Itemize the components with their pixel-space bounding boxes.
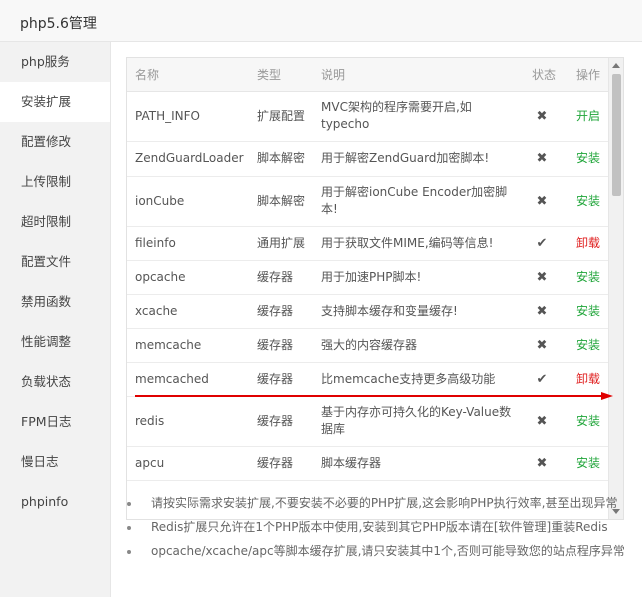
ext-type: 通用扩展: [249, 226, 313, 261]
ext-type: 缓存器: [249, 446, 313, 481]
table-row: PATH_INFO 扩展配置 MVC架构的程序需要开启,如typecho ✖ 开…: [127, 91, 610, 142]
table-row: memcache 缓存器 强大的内容缓存器 ✖ 安装: [127, 328, 610, 363]
ext-desc: 用于解密ionCube Encoder加密脚本!: [313, 176, 520, 227]
ext-type: 缓存器: [249, 328, 313, 363]
tips-list: 请按实际需求安装扩展,不要安装不必要的PHP扩展,这会影响PHP执行效率,甚至出…: [127, 495, 637, 567]
table-row: opcache 缓存器 用于加速PHP脚本! ✖ 安装: [127, 260, 610, 295]
sidebar-item-php-service[interactable]: php服务: [0, 42, 110, 82]
sidebar-item-phpinfo[interactable]: phpinfo: [0, 482, 110, 522]
ext-desc: 基于内存亦可持久化的Key-Value数据库: [313, 396, 520, 447]
status-cross-icon: ✖: [536, 193, 548, 209]
sidebar-item-load-status[interactable]: 负载状态: [0, 362, 110, 402]
scrollbar-thumb[interactable]: [612, 74, 621, 196]
ext-type: 扩展配置: [249, 91, 313, 142]
ext-name: opcache: [127, 260, 249, 295]
table-row: xcache 缓存器 支持脚本缓存和变量缓存! ✖ 安装: [127, 294, 610, 329]
status-cross-icon: ✖: [536, 455, 548, 471]
uninstall-button[interactable]: 卸载: [576, 236, 600, 250]
ext-name: PATH_INFO: [127, 91, 249, 142]
ext-name: memcached: [127, 362, 249, 397]
status-check-icon: ✔: [536, 235, 548, 251]
annotation-arrow-icon: [135, 392, 613, 400]
column-header-desc: 说明: [313, 58, 520, 92]
sidebar-item-config-edit[interactable]: 配置修改: [0, 122, 110, 162]
window-titlebar: php5.6管理: [0, 0, 642, 42]
install-button[interactable]: 安装: [576, 338, 600, 352]
ext-type: 缓存器: [249, 396, 313, 447]
table-header-row: 名称 类型 说明 状态 操作: [127, 58, 610, 92]
uninstall-button[interactable]: 卸载: [576, 372, 600, 386]
ext-name: apcu: [127, 446, 249, 481]
table-row: fileinfo 通用扩展 用于获取文件MIME,编码等信息! ✔ 卸载: [127, 226, 610, 261]
ext-type: 缓存器: [249, 294, 313, 329]
install-button[interactable]: 安装: [576, 456, 600, 470]
status-cross-icon: ✖: [536, 108, 548, 124]
ext-name: fileinfo: [127, 226, 249, 261]
sidebar: php服务 安装扩展 配置修改 上传限制 超时限制 配置文件 禁用函数 性能调整…: [0, 42, 111, 597]
table-row: ZendGuardLoader 脚本解密 用于解密ZendGuard加密脚本! …: [127, 141, 610, 177]
sidebar-item-timeout-limit[interactable]: 超时限制: [0, 202, 110, 242]
ext-desc: 强大的内容缓存器: [313, 328, 520, 363]
ext-desc: 用于加速PHP脚本!: [313, 260, 520, 295]
ext-name: ionCube: [127, 176, 249, 227]
sidebar-item-install-extensions[interactable]: 安装扩展: [0, 82, 110, 122]
table-row: apcu 缓存器 脚本缓存器 ✖ 安装: [127, 446, 610, 481]
column-header-status: 状态: [520, 58, 568, 92]
install-button[interactable]: 安装: [576, 194, 600, 208]
status-cross-icon: ✖: [536, 337, 548, 353]
scroll-up-icon[interactable]: [612, 63, 620, 68]
ext-desc: 用于解密ZendGuard加密脚本!: [313, 141, 520, 177]
extensions-table: 名称 类型 说明 状态 操作 PATH_INFO 扩展配置 MVC架构的程序需要…: [127, 58, 610, 481]
ext-name: xcache: [127, 294, 249, 329]
install-button[interactable]: 安装: [576, 270, 600, 284]
ext-type: 缓存器: [249, 260, 313, 295]
tip-item: Redis扩展只允许在1个PHP版本中使用,安装到其它PHP版本请在[软件管理]…: [127, 519, 637, 543]
column-header-action: 操作: [568, 58, 610, 92]
ext-type: 脚本解密: [249, 141, 313, 177]
table-row: ionCube 脚本解密 用于解密ionCube Encoder加密脚本! ✖ …: [127, 176, 610, 227]
status-cross-icon: ✖: [536, 303, 548, 319]
ext-desc: 用于获取文件MIME,编码等信息!: [313, 226, 520, 261]
column-header-type: 类型: [249, 58, 313, 92]
ext-desc: 比memcache支持更多高级功能: [313, 362, 520, 397]
status-check-icon: ✔: [536, 371, 548, 387]
ext-name: memcache: [127, 328, 249, 363]
status-cross-icon: ✖: [536, 269, 548, 285]
install-button[interactable]: 安装: [576, 304, 600, 318]
ext-type: 脚本解密: [249, 176, 313, 227]
extensions-table-container: 名称 类型 说明 状态 操作 PATH_INFO 扩展配置 MVC架构的程序需要…: [126, 57, 624, 520]
ext-name: ZendGuardLoader: [127, 141, 249, 177]
tip-item: 请按实际需求安装扩展,不要安装不必要的PHP扩展,这会影响PHP执行效率,甚至出…: [127, 495, 637, 519]
status-cross-icon: ✖: [536, 413, 548, 429]
sidebar-item-upload-limit[interactable]: 上传限制: [0, 162, 110, 202]
ext-desc: 脚本缓存器: [313, 446, 520, 481]
table-row: memcached 缓存器 比memcache支持更多高级功能 ✔ 卸载: [127, 362, 610, 397]
sidebar-item-fpm-log[interactable]: FPM日志: [0, 402, 110, 442]
install-button[interactable]: 安装: [576, 414, 600, 428]
status-cross-icon: ✖: [536, 151, 548, 166]
tip-item: opcache/xcache/apc等脚本缓存扩展,请只安装其中1个,否则可能导…: [127, 543, 637, 567]
window-title: php5.6管理: [20, 16, 97, 32]
install-button[interactable]: 安装: [576, 151, 600, 165]
ext-type: 缓存器: [249, 362, 313, 397]
ext-desc: MVC架构的程序需要开启,如typecho: [313, 91, 520, 142]
table-scrollbar[interactable]: [608, 58, 623, 519]
ext-desc: 支持脚本缓存和变量缓存!: [313, 294, 520, 329]
column-header-name: 名称: [127, 58, 249, 92]
sidebar-item-performance[interactable]: 性能调整: [0, 322, 110, 362]
table-row: redis 缓存器 基于内存亦可持久化的Key-Value数据库 ✖ 安装: [127, 396, 610, 447]
sidebar-item-disabled-functions[interactable]: 禁用函数: [0, 282, 110, 322]
ext-name: redis: [127, 396, 249, 447]
sidebar-item-slow-log[interactable]: 慢日志: [0, 442, 110, 482]
sidebar-item-config-file[interactable]: 配置文件: [0, 242, 110, 282]
enable-button[interactable]: 开启: [576, 109, 600, 123]
